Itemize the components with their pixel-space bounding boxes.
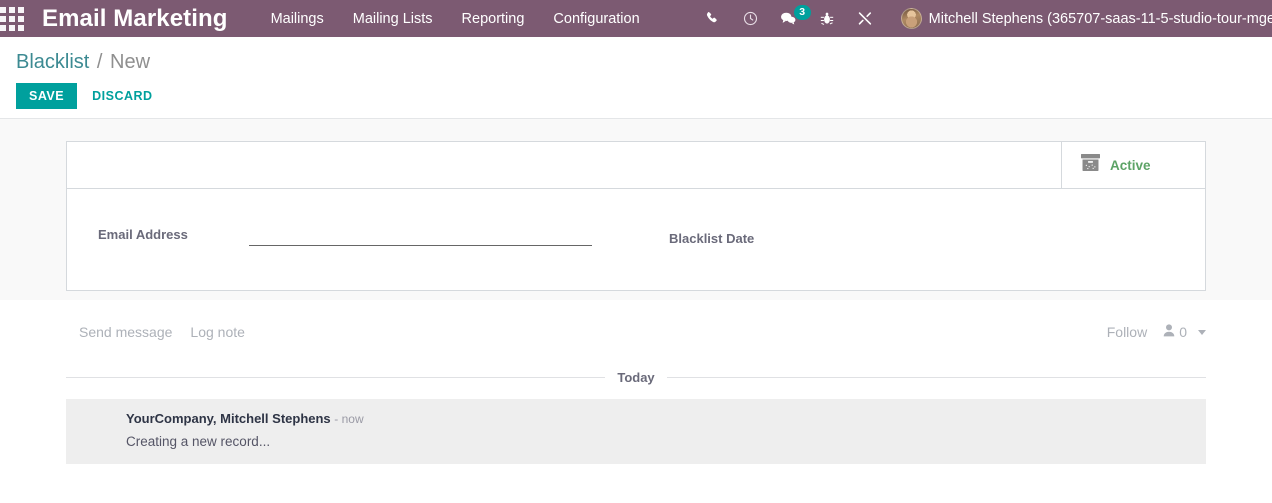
breadcrumb-item-blacklist[interactable]: Blacklist: [16, 51, 89, 73]
message-content: YourCompany, Mitchell Stephens - now Cre…: [126, 409, 1192, 451]
breadcrumb-separator: /: [96, 51, 103, 73]
message-item: YourCompany, Mitchell Stephens - now Cre…: [66, 399, 1206, 465]
stat-button-label: Active: [1110, 157, 1151, 173]
top-navbar: Email Marketing Mailings Mailing Lists R…: [0, 0, 1272, 37]
menu-item-mailing-lists[interactable]: Mailing Lists: [351, 7, 435, 31]
messaging-icon[interactable]: 3: [780, 4, 811, 28]
phone-icon[interactable]: [704, 10, 722, 28]
form-view-background: Active Email Address Blacklist Date: [0, 119, 1272, 300]
followers-area: Follow 0: [1104, 320, 1206, 344]
tools-icon[interactable]: [856, 10, 874, 28]
clock-icon[interactable]: [742, 10, 760, 28]
email-address-input[interactable]: [249, 227, 592, 246]
stat-button-active[interactable]: Active: [1061, 142, 1205, 188]
message-timestamp: - now: [334, 412, 364, 426]
follower-count[interactable]: 0: [1163, 324, 1206, 340]
save-button[interactable]: SAVE: [16, 83, 78, 109]
chatter: Send message Log note Follow 0 Today You…: [66, 300, 1207, 465]
user-menu[interactable]: Mitchell Stephens (365707-saas-11-5-stud…: [900, 8, 1272, 29]
menu-item-reporting[interactable]: Reporting: [460, 7, 527, 31]
field-group-blacklist-date: Blacklist Date: [632, 227, 1132, 246]
archive-box-icon: [1080, 153, 1101, 177]
avatar: [900, 8, 922, 29]
follower-count-value: 0: [1179, 324, 1187, 340]
apps-menu-button[interactable]: [0, 0, 24, 37]
control-panel: Blacklist / New SAVE DISCARD: [0, 37, 1272, 119]
day-separator: Today: [66, 360, 1207, 399]
form-sheet-body: Email Address Blacklist Date: [67, 189, 1205, 290]
app-brand-title: Email Marketing: [42, 4, 228, 32]
chevron-down-icon[interactable]: [1198, 329, 1206, 335]
message-header: YourCompany, Mitchell Stephens - now: [126, 409, 1192, 429]
follow-button[interactable]: Follow: [1104, 320, 1150, 344]
day-separator-label: Today: [617, 370, 655, 385]
main-menu: Mailings Mailing Lists Reporting Configu…: [269, 7, 642, 31]
breadcrumb-current: New: [110, 51, 151, 73]
form-sheet-header: Active: [67, 142, 1205, 189]
record-title-area: [67, 142, 1061, 188]
user-icon: [1163, 324, 1175, 340]
menu-item-configuration[interactable]: Configuration: [551, 7, 641, 31]
message-body-text: Creating a new record...: [126, 433, 271, 449]
send-message-button[interactable]: Send message: [76, 320, 175, 344]
message-author: YourCompany, Mitchell Stephens: [126, 411, 331, 426]
menu-item-mailings[interactable]: Mailings: [269, 7, 326, 31]
bug-icon[interactable]: [818, 10, 836, 28]
field-label-email-address: Email Address: [98, 227, 188, 242]
messaging-badge: 3: [793, 4, 811, 20]
form-sheet: Active Email Address Blacklist Date: [66, 141, 1206, 291]
breadcrumb: Blacklist / New: [16, 51, 1272, 73]
day-separator-line-left: [66, 377, 606, 378]
systray: 3: [704, 4, 874, 28]
chatter-toolbar: Send message Log note Follow 0: [66, 320, 1206, 360]
day-separator-line-right: [666, 377, 1207, 378]
chatter-compose-buttons: Send message Log note: [66, 320, 248, 344]
field-group-email-address: Email Address: [67, 227, 632, 246]
apps-grid-icon: [0, 6, 24, 31]
message-avatar: [80, 409, 126, 451]
log-note-button[interactable]: Log note: [187, 320, 248, 344]
form-actions: SAVE DISCARD: [16, 83, 1272, 109]
blacklist-date-value: [820, 227, 1120, 243]
discard-button[interactable]: DISCARD: [79, 83, 165, 109]
user-name-label: Mitchell Stephens (365707-saas-11-5-stud…: [928, 10, 1272, 27]
field-label-blacklist-date: Blacklist Date: [669, 231, 755, 246]
